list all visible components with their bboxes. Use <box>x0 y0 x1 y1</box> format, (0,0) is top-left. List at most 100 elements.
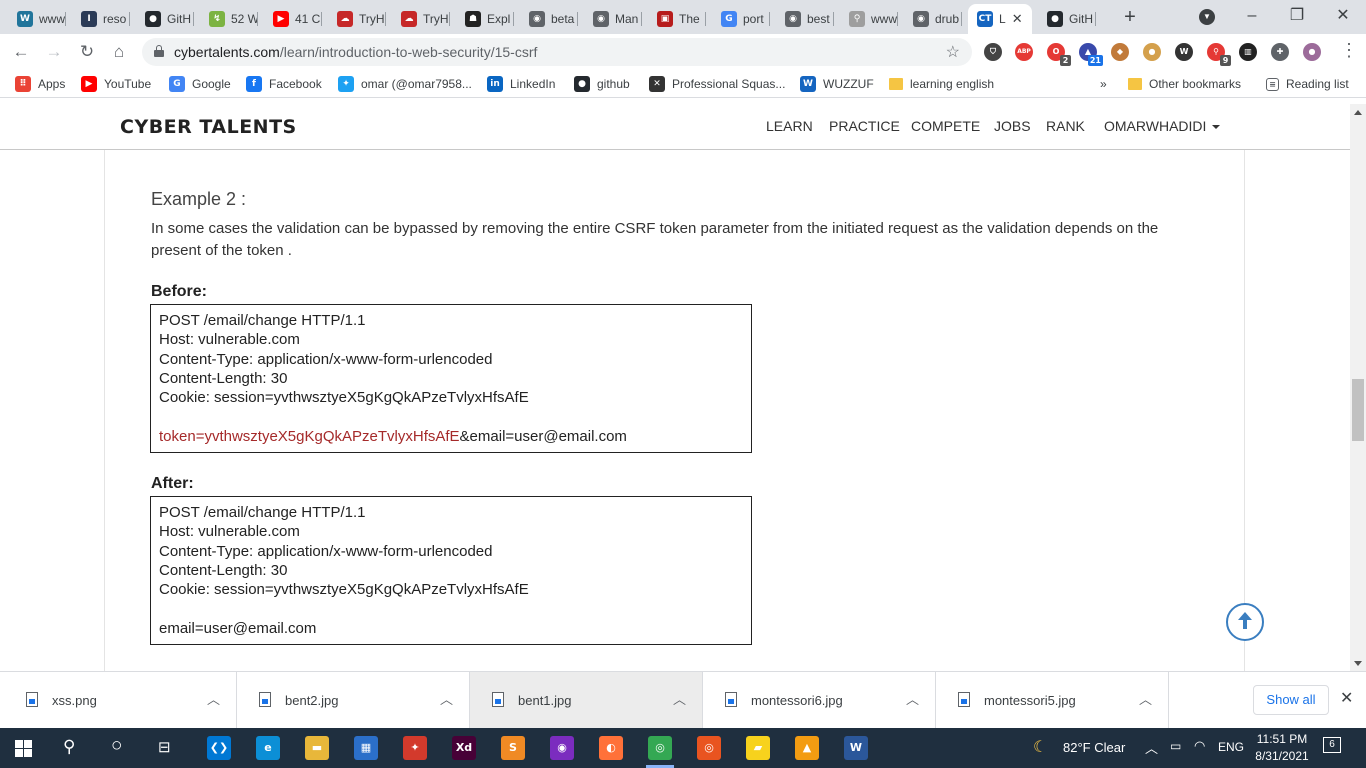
language-indicator[interactable]: ENG <box>1218 740 1244 754</box>
tab-3[interactable]: ● GitH <box>136 4 194 34</box>
clock-time[interactable]: 11:51 PM <box>1252 732 1312 746</box>
chevron-up-icon[interactable]: ︿ <box>1139 689 1152 708</box>
tab-11[interactable]: ▣ The <box>648 4 706 34</box>
tab-4[interactable]: ↯ 52 W <box>200 4 258 34</box>
chevron-up-icon[interactable]: ︿ <box>906 689 919 708</box>
chevron-up-icon[interactable]: ︿ <box>673 689 686 708</box>
nav-learn[interactable]: LEARN <box>766 118 813 134</box>
tab-15[interactable]: ◉ drub <box>904 4 962 34</box>
scroll-down-arrow[interactable] <box>1354 661 1362 666</box>
lock-icon[interactable] <box>154 45 164 57</box>
word-icon[interactable]: W <box>844 736 868 760</box>
bookmark-7[interactable]: ● github <box>574 76 630 92</box>
scroll-to-top-button[interactable] <box>1226 603 1264 641</box>
restore-button[interactable]: ❐ <box>1283 5 1311 29</box>
firefox-icon[interactable]: ◐ <box>599 736 623 760</box>
chevron-up-icon[interactable]: ︿ <box>440 689 453 708</box>
tab-search-dropdown-icon[interactable]: ▼ <box>1199 9 1215 25</box>
page-scrollbar[interactable] <box>1350 104 1366 671</box>
tab-9[interactable]: ◉ beta <box>520 4 578 34</box>
bookmark-9[interactable]: W WUZZUF <box>800 76 874 92</box>
bookmark-5[interactable]: ✦ omar (@omar7958... <box>338 76 472 92</box>
clock-date[interactable]: 8/31/2021 <box>1252 749 1312 763</box>
close-shelf-icon[interactable]: ✕ <box>1340 688 1353 708</box>
search-icon[interactable]: ⚲ <box>63 737 75 757</box>
new-tab-button[interactable]: + <box>1118 6 1142 30</box>
moon-weather-icon[interactable]: ☾ <box>1033 737 1047 757</box>
download-item[interactable]: xss.png ︿ <box>4 672 237 729</box>
chevron-up-icon[interactable]: ︿ <box>1145 738 1158 757</box>
reading-list-button[interactable]: ≡ Reading list <box>1266 76 1349 92</box>
other-bookmarks-folder[interactable]: Other bookmarks <box>1128 76 1241 92</box>
tab-13[interactable]: ◉ best <box>776 4 834 34</box>
bookmark-10[interactable]: learning english <box>889 76 994 92</box>
close-window-button[interactable]: ✕ <box>1329 5 1357 29</box>
tab-16[interactable]: CT L ✕ <box>968 4 1032 34</box>
nav-jobs[interactable]: JOBS <box>994 118 1031 134</box>
adobe-xd-icon[interactable]: Xd <box>452 736 476 760</box>
adblock-plus-icon[interactable]: ABP <box>1015 43 1033 61</box>
close-tab-icon[interactable]: ✕ <box>1012 11 1023 27</box>
nav-rank[interactable]: RANK <box>1046 118 1085 134</box>
notifications-icon[interactable]: 6 <box>1323 737 1341 753</box>
bookmark-4[interactable]: f Facebook <box>246 76 322 92</box>
url-text[interactable]: cybertalents.com/learn/introduction-to-w… <box>174 44 537 60</box>
weather-text[interactable]: 82°F Clear <box>1063 740 1125 755</box>
podcast-icon[interactable]: ◉ <box>550 736 574 760</box>
tab-10[interactable]: ◉ Man <box>584 4 642 34</box>
tab-1[interactable]: Wwww <box>8 4 66 34</box>
graduation-cap-extension-icon[interactable]: ▲ 21 <box>1079 43 1103 66</box>
bookmark-8[interactable]: ✕ Professional Squas... <box>649 76 785 92</box>
bookmark-2[interactable]: ▶ YouTube <box>81 76 151 92</box>
git-gui-icon[interactable]: ✦ <box>403 736 427 760</box>
bookmarks-overflow-button[interactable]: » <box>1100 76 1107 92</box>
scrollbar-thumb[interactable] <box>1352 379 1364 441</box>
cybertalents-logo[interactable]: CYBER TALENTS <box>120 116 297 138</box>
windows-start-icon[interactable] <box>15 740 32 757</box>
user-menu[interactable]: OMARWHADIDI <box>1104 118 1221 134</box>
edge-icon[interactable]: e <box>256 736 280 760</box>
download-item[interactable]: montessori5.jpg ︿ <box>936 672 1169 729</box>
tab-6[interactable]: ☁ TryH <box>328 4 386 34</box>
tab-17[interactable]: ● GitH <box>1038 4 1096 34</box>
cortana-icon[interactable]: ○ <box>111 735 122 757</box>
tab-14[interactable]: ⚲ www <box>840 4 898 34</box>
hacktools-icon[interactable]: ⚲ 9 <box>1207 43 1231 66</box>
nav-compete[interactable]: COMPETE <box>911 118 980 134</box>
bookmark-3[interactable]: G Google <box>169 76 231 92</box>
bookmark-6[interactable]: in LinkedIn <box>487 76 555 92</box>
cookie-editor-icon[interactable]: ◆ <box>1111 43 1129 61</box>
puzzle-extensions-icon[interactable]: ✚ <box>1271 43 1289 61</box>
shield-extension-icon[interactable]: ⛉ <box>984 43 1002 61</box>
library-icon[interactable]: ▥ <box>1239 43 1257 61</box>
tab-12[interactable]: Gport <box>712 4 770 34</box>
wifi-icon[interactable]: ◠ <box>1194 738 1205 754</box>
download-item[interactable]: bent2.jpg ︿ <box>237 672 470 729</box>
scroll-up-arrow[interactable] <box>1354 110 1362 115</box>
bookmark-star-icon[interactable]: ☆ <box>946 42 960 62</box>
sublime-text-icon[interactable]: S <box>501 736 525 760</box>
file-explorer-icon[interactable]: ▬ <box>305 736 329 760</box>
battery-icon[interactable]: ▭ <box>1170 739 1181 753</box>
vlc-icon[interactable]: ▲ <box>795 736 819 760</box>
download-item[interactable]: bent1.jpg ︿ <box>470 672 703 729</box>
task-view-icon[interactable]: ⊟ <box>158 738 171 756</box>
profile-avatar-icon[interactable]: ● <box>1303 43 1321 61</box>
chrome-icon[interactable]: ◎ <box>648 736 672 760</box>
home-icon[interactable]: ⌂ <box>108 41 130 63</box>
download-item[interactable]: montessori6.jpg ︿ <box>703 672 936 729</box>
vscode-icon[interactable]: ❮❯ <box>207 736 231 760</box>
store-icon[interactable]: ▦ <box>354 736 378 760</box>
minimize-button[interactable]: – <box>1238 5 1266 29</box>
bookmark-1[interactable]: ⠿ Apps <box>15 76 65 92</box>
cookie-icon[interactable]: ● <box>1143 43 1161 61</box>
ubuntu-icon[interactable]: ◎ <box>697 736 721 760</box>
opera-extension-icon[interactable]: O2 <box>1047 43 1071 66</box>
reload-icon[interactable]: ↻ <box>76 41 98 63</box>
back-icon[interactable]: ← <box>10 41 32 63</box>
nav-practice[interactable]: PRACTICE <box>829 118 900 134</box>
show-all-downloads-button[interactable]: Show all <box>1253 685 1329 715</box>
sticky-notes-icon[interactable]: ▰ <box>746 736 770 760</box>
tab-5[interactable]: ▶ 41 C <box>264 4 322 34</box>
wappalyzer-icon[interactable]: W <box>1175 43 1193 61</box>
